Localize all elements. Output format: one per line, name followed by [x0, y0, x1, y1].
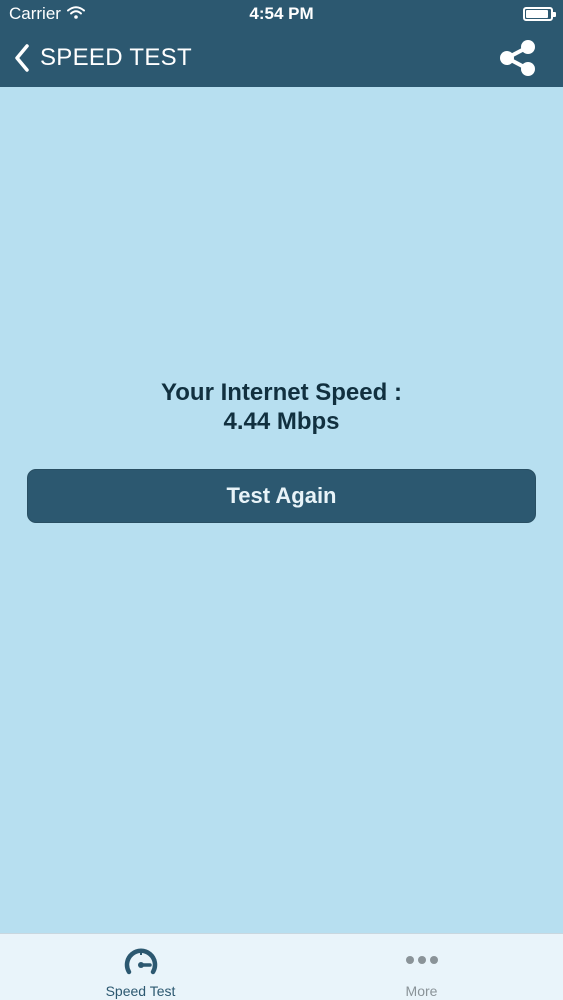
tab-label-more: More — [405, 983, 438, 999]
speedometer-icon — [122, 944, 160, 981]
speed-result-value: 4.44 Mbps — [223, 408, 340, 435]
share-button[interactable] — [499, 39, 539, 77]
test-again-button[interactable]: Test Again — [27, 469, 536, 523]
share-icon — [499, 40, 539, 81]
speed-test-screen: Carrier 4:54 PM SPEED TEST Your Internet… — [0, 0, 563, 1000]
status-bar: Carrier 4:54 PM — [0, 0, 563, 28]
page-title: SPEED TEST — [40, 44, 192, 71]
status-time: 4:54 PM — [249, 4, 314, 23]
tab-speed-test[interactable]: Speed Test — [0, 934, 281, 1000]
speed-result-label: Your Internet Speed : — [161, 379, 402, 406]
top-bar: Carrier 4:54 PM SPEED TEST — [0, 0, 563, 87]
tab-bar: Speed Test More — [0, 933, 563, 1000]
speed-result: Your Internet Speed : 4.44 Mbps — [0, 378, 563, 436]
battery-icon — [523, 7, 556, 21]
chevron-left-icon — [14, 44, 30, 72]
back-button[interactable]: SPEED TEST — [14, 40, 192, 76]
navigation-bar: SPEED TEST — [0, 28, 563, 87]
tab-label-speed-test: Speed Test — [105, 983, 176, 999]
more-dots-icon — [405, 952, 439, 970]
tab-more[interactable]: More — [281, 934, 562, 1000]
